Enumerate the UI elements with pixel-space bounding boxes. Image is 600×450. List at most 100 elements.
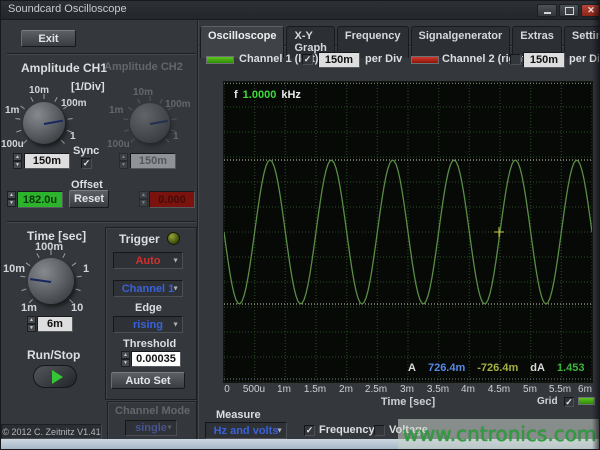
amplitude-max-value: 726.4m xyxy=(428,362,465,374)
sync-checkbox[interactable]: ✓ xyxy=(81,158,92,169)
amplitude-readout: A 726.4m -726.4m dA 1.453 xyxy=(408,362,584,374)
dial-tick-label: 10m xyxy=(3,263,25,275)
dial-tick-label: 1 xyxy=(83,263,89,275)
sync-label: Sync xyxy=(73,145,99,157)
per-div-unit-label: [1/Div] xyxy=(71,81,105,93)
auto-set-button[interactable]: Auto Set xyxy=(111,372,185,389)
grid-checkbox[interactable]: ✓ xyxy=(564,397,574,407)
knob-pointer-icon xyxy=(44,120,63,125)
dial-tick-label: 100u xyxy=(1,139,24,150)
offset-ch1-field[interactable]: 182.0u xyxy=(17,191,63,208)
amplitude-ch1-knob[interactable] xyxy=(23,102,65,144)
run-stop-label: Run/Stop xyxy=(27,348,80,362)
offset-ch1-spinner[interactable]: ▲▼ xyxy=(7,191,16,207)
voltage-checkbox[interactable] xyxy=(374,425,385,436)
x-tick-label: 4m xyxy=(461,384,475,395)
chevron-down-icon: ▼ xyxy=(172,257,179,264)
offset-ch1-value: 182.0u xyxy=(23,194,57,206)
frequency-checkbox[interactable]: ✓ xyxy=(304,425,315,436)
x-tick-label: 1m xyxy=(277,384,291,395)
x-tick-label: 4.5m xyxy=(488,384,510,395)
x-tick-label: 3m xyxy=(400,384,414,395)
channel-2-div-field[interactable]: 150m xyxy=(523,52,565,68)
panel-divider xyxy=(197,21,198,439)
dial-tick-label: 100m xyxy=(35,241,63,253)
app-window: Soundcard Oscilloscope ✕ Exit Amplitude … xyxy=(0,0,600,450)
x-tick-label: 5m xyxy=(523,384,537,395)
freq-prefix: f xyxy=(234,89,238,101)
trigger-edge-value: rising xyxy=(133,319,163,331)
threshold-spinner[interactable]: ▲▼ xyxy=(121,351,130,367)
minimize-icon xyxy=(544,12,551,14)
divider xyxy=(7,221,196,222)
scope-display[interactable]: f 1.0000 kHz A 726.4m -726.4m dA 1.453 xyxy=(223,81,593,383)
window-title: Soundcard Oscilloscope xyxy=(8,3,127,15)
per-div-label-1: per Div xyxy=(365,53,402,65)
offset-ch2-field[interactable]: 0.000 xyxy=(149,191,195,208)
exit-button[interactable]: Exit xyxy=(21,30,76,47)
amplitude-ch2-spinner[interactable]: ▲▼ xyxy=(119,153,128,169)
exit-button-label: Exit xyxy=(38,33,58,45)
frequency-checkbox-label: Frequency xyxy=(319,424,375,436)
amplitude-ch1-value: 150m xyxy=(33,155,61,167)
measure-unit-dropdown[interactable]: Hz and volts ▼ xyxy=(205,422,287,439)
time-knob[interactable] xyxy=(28,258,74,304)
channel-1-div-field[interactable]: 150m xyxy=(318,52,360,68)
amplitude-ch1-title: Amplitude CH1 xyxy=(21,61,107,75)
amplitude-ch2-knob[interactable] xyxy=(130,103,170,143)
run-stop-toggle[interactable] xyxy=(33,365,77,388)
channel-2-color-swatch xyxy=(411,56,439,64)
threshold-field[interactable]: 0.00035 xyxy=(131,351,181,367)
check-icon: ✓ xyxy=(306,425,314,436)
offset-reset-button[interactable]: Reset xyxy=(69,190,109,208)
check-icon: ✓ xyxy=(83,158,91,169)
channel-mode-value: single xyxy=(135,422,167,434)
trigger-source-dropdown[interactable]: Channel 1 ▼ xyxy=(113,280,183,297)
x-tick-label: 2m xyxy=(339,384,353,395)
channel-1-div-value: 150m xyxy=(325,54,353,66)
trigger-title: Trigger xyxy=(119,232,160,246)
x-axis-title: Time [sec] xyxy=(368,396,448,408)
amplitude-ch2-value-field[interactable]: 150m xyxy=(130,153,176,169)
maximize-button[interactable] xyxy=(559,4,579,17)
dial-tick-label: 1 xyxy=(70,131,76,142)
check-icon: ✓ xyxy=(565,397,573,408)
x-tick-label: 5.5m xyxy=(549,384,571,395)
threshold-label: Threshold xyxy=(123,338,176,350)
trigger-edge-dropdown[interactable]: rising ▼ xyxy=(113,316,183,333)
chevron-down-icon: ▼ xyxy=(276,427,283,434)
channel-1-div-checkbox[interactable]: ✓ xyxy=(302,54,313,65)
time-value-field[interactable]: 6m xyxy=(37,316,73,332)
channel-mode-dropdown[interactable]: single ▼ xyxy=(125,420,177,436)
edge-label: Edge xyxy=(135,302,162,314)
amplitude-ch1-spinner[interactable]: ▲▼ xyxy=(13,153,22,169)
delta-amplitude-label: dA xyxy=(530,362,545,374)
channel-1-color-swatch xyxy=(206,56,234,64)
time-spinner[interactable]: ▲▼ xyxy=(27,316,36,332)
amplitude-ch1-value-field[interactable]: 150m xyxy=(24,153,70,169)
check-icon: ✓ xyxy=(304,54,312,65)
chevron-down-icon: ▼ xyxy=(172,321,179,328)
dial-tick-label: 1m xyxy=(21,302,37,314)
knob-pointer-icon xyxy=(150,120,168,125)
title-bar[interactable]: Soundcard Oscilloscope ✕ xyxy=(1,1,600,20)
offset-ch2-spinner[interactable]: ▲▼ xyxy=(139,191,148,207)
trigger-mode-dropdown[interactable]: Auto ▼ xyxy=(113,252,183,269)
dial-tick-label: 10 xyxy=(71,302,83,314)
measure-unit-value: Hz and volts xyxy=(214,425,279,437)
x-tick-label: 3.5m xyxy=(427,384,449,395)
x-tick-label: 6m xyxy=(578,384,592,395)
amplitude-ch2-title: Amplitude CH2 xyxy=(104,61,183,73)
dial-tick-label: 10m xyxy=(133,87,153,98)
measure-title: Measure xyxy=(216,409,261,421)
dial-tick-label: 100m xyxy=(61,98,87,109)
x-tick-label: 0 xyxy=(224,384,230,395)
offset-ch2-value: 0.000 xyxy=(158,194,186,206)
channel-2-div-checkbox[interactable] xyxy=(510,54,521,65)
dial-tick-label: 100m xyxy=(165,99,191,110)
x-tick-label: 2.5m xyxy=(365,384,387,395)
play-icon xyxy=(52,370,63,384)
dial-tick-label: 10m xyxy=(29,85,49,96)
minimize-button[interactable] xyxy=(537,4,557,17)
dial-tick-label: 1m xyxy=(5,105,19,116)
